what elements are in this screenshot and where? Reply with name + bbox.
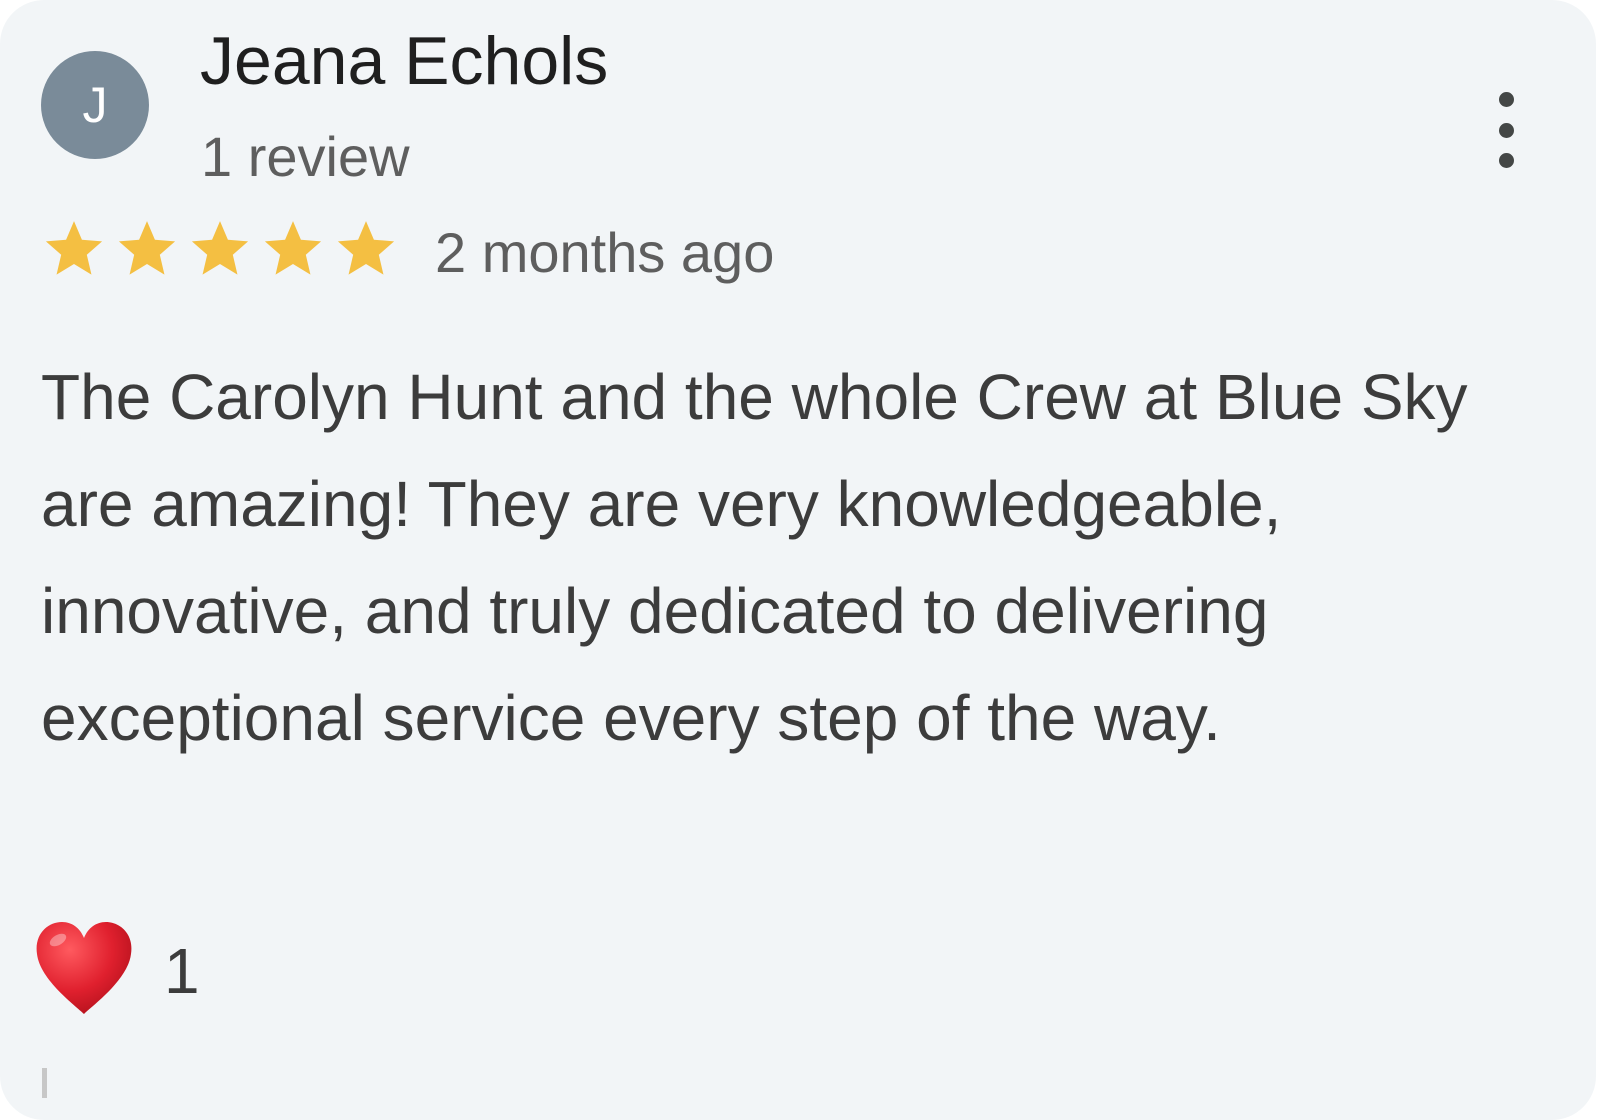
reaction-button[interactable]: 1 [34, 920, 200, 1021]
star-icon [184, 219, 256, 279]
star-icon [38, 219, 110, 279]
avatar[interactable]: J [41, 51, 149, 159]
owner-reply-indicator [42, 1068, 47, 1098]
heart-icon [34, 920, 134, 1021]
star-rating [38, 219, 402, 279]
more-vert-icon-dot [1498, 153, 1514, 168]
reviewer-review-count[interactable]: 1 review [201, 124, 410, 189]
avatar-initial: J [82, 77, 108, 133]
more-vert-icon [1498, 92, 1514, 107]
star-icon [257, 219, 329, 279]
reviewer-name[interactable]: Jeana Echols [200, 22, 608, 100]
star-icon [330, 219, 402, 279]
review-text: The Carolyn Hunt and the whole Crew at B… [41, 361, 1468, 754]
review-card: J Jeana Echols 1 review 2 months ago The… [0, 0, 1596, 1120]
more-options-button[interactable] [1484, 92, 1528, 168]
review-date: 2 months ago [435, 221, 775, 284]
more-vert-icon-dot [1498, 122, 1514, 138]
star-icon [111, 219, 183, 279]
reaction-count: 1 [164, 934, 200, 1007]
